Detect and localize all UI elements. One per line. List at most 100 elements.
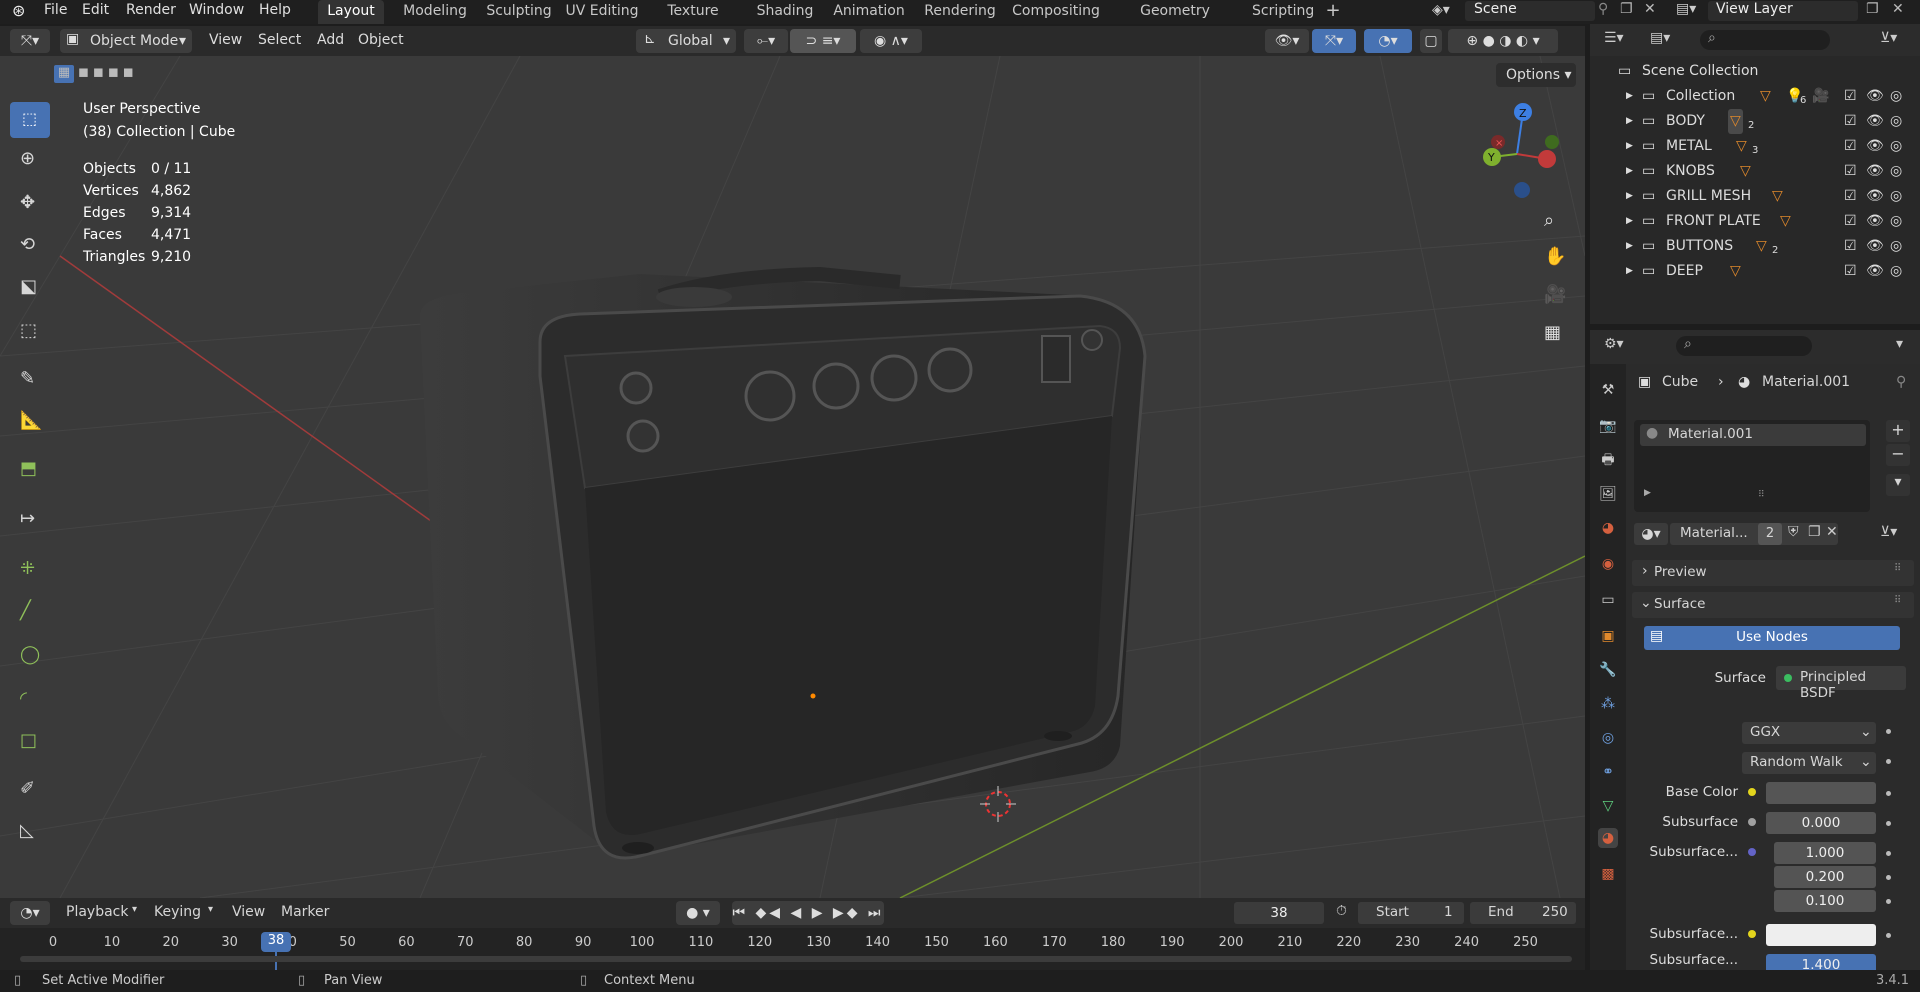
render-camera-icon[interactable]: ◎ [1890,184,1902,209]
slot-specials-button[interactable]: ▾ [1886,474,1910,496]
pivot-point-button[interactable]: ⟜▾ [744,29,788,53]
surface-shader-field[interactable]: Principled BSDF [1776,666,1906,701]
overlay-toggle-button[interactable]: ◔▾ [1364,29,1412,53]
constraints-tab-icon[interactable]: ⚭ [1598,762,1618,782]
eye-icon[interactable]: 👁 [1866,159,1884,184]
amplifier-model[interactable] [420,266,1147,860]
annotate-tool-button[interactable]: ✎ [10,362,50,398]
scale-tool-button[interactable]: ⬕ [10,270,50,306]
eye-icon[interactable]: 👁 [1866,109,1884,134]
eye-icon[interactable]: 👁 [1866,259,1884,284]
navigation-gizmo[interactable]: Z Y × [1483,103,1559,198]
surface-panel-header[interactable]: ⌄ Surface ⠿ [1632,592,1914,618]
modifier-tab-icon[interactable]: 🔧 [1598,660,1618,680]
menu-add[interactable]: Add [317,32,344,48]
tool-tab-icon[interactable]: ⚒ [1598,380,1618,400]
add-line-tool-button[interactable]: ╱ [10,594,50,630]
eye-icon[interactable]: 👁 [1866,209,1884,234]
editor-type-button[interactable]: ⤧▾ [10,29,50,53]
checkbox-icon[interactable]: ☑ [1844,234,1857,259]
tab-sculpting[interactable]: Sculpting [478,0,560,24]
start-frame-field[interactable]: Start 1 [1358,902,1464,924]
render-camera-icon[interactable]: ◎ [1890,134,1902,159]
add-circle-tool-button[interactable]: ◯ [10,638,50,674]
menu-playback[interactable]: Playback [66,904,128,920]
rotate-tool-button[interactable]: ⟲ [10,228,50,264]
visibility-button[interactable]: 👁▾ [1265,29,1309,53]
menu-window[interactable]: Window [189,0,244,22]
texture-tab-icon[interactable]: ▩ [1598,864,1618,884]
select-tool-button[interactable]: ⬚ [10,102,50,138]
expand-arrow-icon[interactable]: ▶ [1644,488,1651,498]
cursor-tool-button[interactable]: ⊕ [10,142,50,178]
render-camera-icon[interactable]: ◎ [1890,234,1902,259]
expand-arrow-icon[interactable]: ▶ [1626,209,1633,234]
material-slot-item[interactable]: ● Material.001 [1640,424,1866,446]
timeline-editor-type-button[interactable]: ◔▾ [10,901,50,925]
menu-edit[interactable]: Edit [82,0,109,22]
view-layer-tab-icon[interactable]: 🖼 [1598,484,1618,504]
playback-controls[interactable]: ⏮ ◆◀ ◀ ▶ ▶◆ ⏭ [732,901,884,925]
subsurface-method-dropdown[interactable]: Random Walk ⌄ [1742,752,1876,774]
keyframe-dot-icon[interactable] [1886,791,1891,796]
render-camera-icon[interactable]: ◎ [1890,84,1902,109]
eye-icon[interactable]: 👁 [1866,234,1884,259]
shape-tool-button[interactable]: ◺ [10,814,50,850]
base-color-swatch[interactable] [1766,782,1876,804]
delete-scene-icon[interactable]: ✕ [1644,1,1656,17]
color-socket-icon[interactable] [1748,930,1756,938]
object-tab-icon[interactable]: ▣ [1598,626,1618,646]
data-tab-icon[interactable]: ▽ [1598,796,1618,816]
3d-viewport[interactable]: Z Y × ▦ ◼ ◼ ◼ ◼ ⬚ ⊕ ✥ ⟲ ⬕ ⬚ ✎ 📐 ⬒ ↦ ⁜ ╱ … [0,56,1585,898]
tab-modeling[interactable]: Modeling [392,0,478,24]
outliner-item-front-plate[interactable]: ▶ ▭ FRONT PLATE ▽ ☑ 👁 ◎ [1590,209,1920,234]
outliner-item-buttons[interactable]: ▶ ▭ BUTTONS ▽ 2 ☑ 👁 ◎ [1590,234,1920,259]
add-cube-tool-button[interactable]: ⬒ [10,452,50,488]
menu-keying[interactable]: Keying [154,904,201,920]
users-count[interactable]: 2 [1758,523,1782,545]
color-socket-icon[interactable] [1748,788,1756,796]
scene-icon[interactable]: ◈▾ [1432,2,1450,18]
pin-icon[interactable]: ⚲ [1598,1,1608,17]
stopwatch-icon[interactable]: ⏱ [1336,903,1347,919]
expand-arrow-icon[interactable]: ▶ [1626,134,1633,159]
menu-timeline-view[interactable]: View [232,904,265,920]
menu-view[interactable]: View [209,32,242,48]
menu-marker[interactable]: Marker [281,904,329,920]
pin-icon[interactable]: ⚲ [1896,374,1906,390]
material-tab-icon[interactable]: ◕ [1598,828,1618,848]
options-dropdown[interactable]: Options ▾ [1496,63,1576,87]
keyframe-dot-icon[interactable] [1886,759,1891,764]
subsurface-radius-z-field[interactable]: 0.100 [1774,890,1876,912]
new-scene-icon[interactable]: ❐ [1620,1,1633,17]
transform-tool-button[interactable]: ⬚ [10,314,50,350]
add-workspace-icon[interactable]: + [1322,0,1344,24]
keyframe-dot-icon[interactable] [1886,821,1891,826]
outliner-scene-collection[interactable]: ▭ Scene Collection [1590,59,1920,84]
keyframe-dot-icon[interactable] [1886,933,1891,938]
float-socket-icon[interactable] [1748,818,1756,826]
drag-handle-icon[interactable]: ⠿ [1894,595,1901,606]
checkbox-icon[interactable]: ☑ [1844,84,1857,109]
vector-socket-icon[interactable] [1748,848,1756,856]
blender-logo-icon[interactable]: ⊛ [12,1,25,20]
browse-material-button[interactable]: ◕▾ [1634,523,1668,545]
render-camera-icon[interactable]: ◎ [1890,159,1902,184]
menu-object[interactable]: Object [358,32,404,48]
move-tool-button[interactable]: ✥ [10,186,50,222]
tab-scripting[interactable]: Scripting [1252,0,1314,24]
expand-arrow-icon[interactable]: ▶ [1626,184,1633,209]
tab-texture-paint[interactable]: Texture Paint [648,0,738,41]
scene-tab-icon[interactable]: ◕ [1598,518,1618,538]
world-tab-icon[interactable]: ◉ [1598,554,1618,574]
timeline-area[interactable]: 0102030405060708090100110120130140150160… [0,928,1585,970]
render-camera-icon[interactable]: ◎ [1890,209,1902,234]
tab-layout[interactable]: Layout [318,0,384,24]
auto-keying-button[interactable]: ● ▾ [676,901,720,925]
mode-dropdown[interactable]: Object Mode ▾ [60,29,192,53]
new-view-layer-icon[interactable]: ❐ [1866,1,1879,17]
outliner-item-body[interactable]: ▶ ▭ BODY ▽ 2 ☑ 👁 ◎ [1590,109,1920,134]
properties-options-icon[interactable]: ▾ [1896,336,1903,352]
subsurface-value-field[interactable]: 0.000 [1766,812,1876,834]
checkbox-icon[interactable]: ☑ [1844,159,1857,184]
